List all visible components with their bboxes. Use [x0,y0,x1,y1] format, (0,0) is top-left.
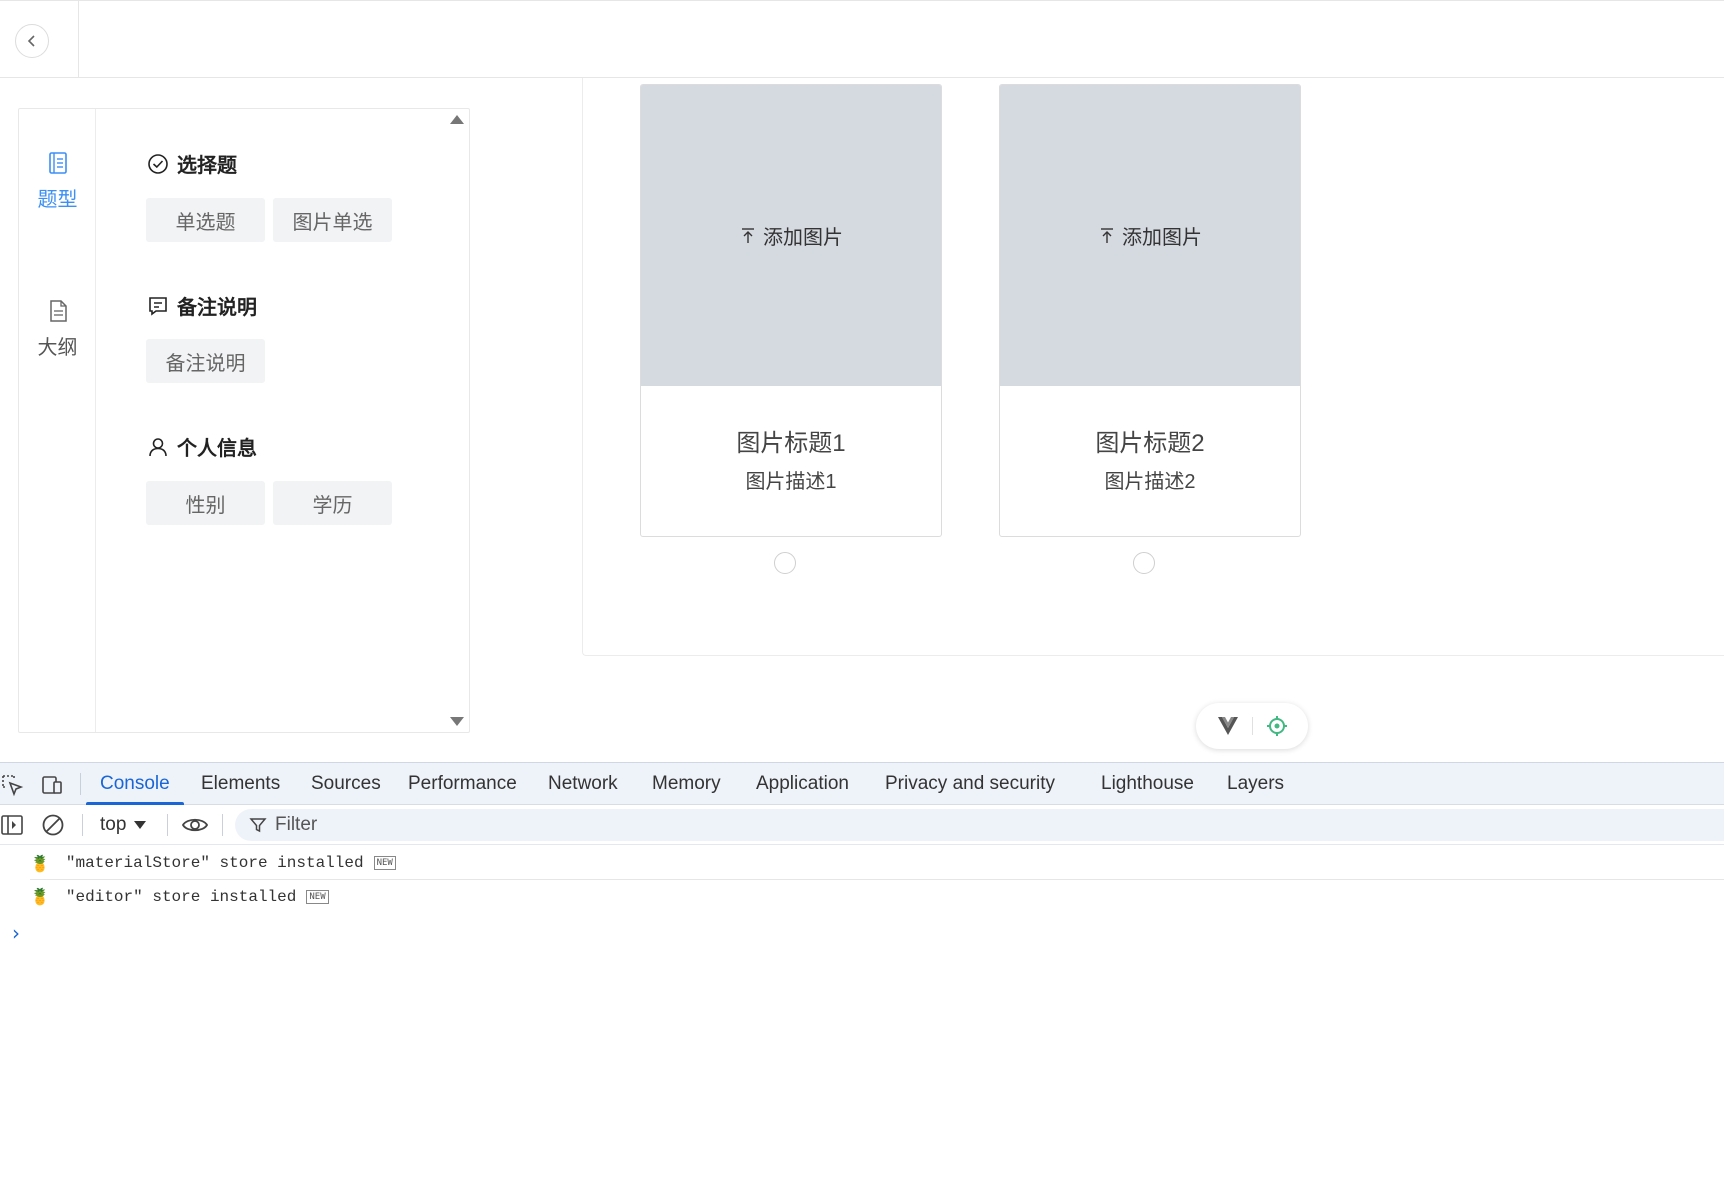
console-prompt[interactable]: › [12,921,20,945]
device-toolbar-icon[interactable] [40,773,64,797]
tab-console[interactable]: Console [86,763,184,805]
tab-performance[interactable]: Performance [408,763,517,805]
group-title-label: 选择题 [177,155,237,177]
target-icon[interactable] [1266,715,1288,737]
image-title[interactable]: 图片标题1 [641,423,941,458]
rail-item-label: 题型 [37,189,78,211]
pill-divider [1251,717,1253,735]
tab-layers[interactable]: Layers [1227,763,1284,805]
tab-sources[interactable]: Sources [311,763,381,805]
toolbar-divider [222,814,223,836]
console-filter[interactable] [235,809,1724,841]
panel-rail: 题型 大纲 [19,109,96,732]
add-image-label: 添加图片 [763,227,843,249]
option-radio[interactable] [774,552,796,574]
editor-canvas: 添加图片 图片标题1 图片描述1 添加图片 图片标题2 图片描述2 [582,78,1724,656]
top-bar-left [0,1,79,78]
new-badge: NEW [306,889,329,904]
top-bar [0,0,1724,78]
tab-application[interactable]: Application [756,763,849,805]
group-title-choice: 选择题 [147,149,237,178]
vue-devtools-icon[interactable] [1217,716,1239,736]
comment-icon [149,296,167,316]
eye-icon[interactable] [181,813,209,837]
panel-scrollbar[interactable] [449,109,467,732]
toolbar-divider [80,773,81,795]
console-message-text: "editor" store installed [65,887,297,906]
image-title[interactable]: 图片标题2 [1000,423,1300,458]
component-chip-education[interactable]: 学历 [273,481,392,525]
rail-item-question-types[interactable]: 题型 [19,151,96,212]
tab-lighthouse[interactable]: Lighthouse [1101,763,1194,805]
upload-icon [1101,227,1113,243]
group-title-label: 个人信息 [177,438,257,460]
back-button[interactable] [15,24,49,58]
pineapple-icon: 🍍 [30,887,50,906]
group-title-notes: 备注说明 [147,291,257,320]
document-icon [49,300,67,322]
inspect-element-icon[interactable] [0,773,24,797]
devtools-panel: Console Elements Sources Performance Net… [0,762,1724,1193]
group-title-label: 备注说明 [177,297,257,319]
add-image-button[interactable]: 添加图片 [641,85,941,386]
devtools-tab-bar: Console Elements Sources Performance Net… [0,763,1724,805]
user-icon [149,437,167,456]
tab-privacy-and-security[interactable]: Privacy and security [885,763,1055,805]
toolbar-divider [167,814,168,836]
toolbar-divider [82,814,83,836]
scroll-up-arrow-icon[interactable] [450,115,464,124]
survey-editor: 题型 大纲 选择题 单选题 图片单选 备注说明 备注说明 个人信息 性别 学历 [0,0,1724,762]
upload-icon [742,227,754,243]
image-description[interactable]: 图片描述2 [1000,465,1300,494]
floating-tools [1196,703,1308,749]
component-chip-single-choice[interactable]: 单选题 [146,198,265,242]
caret-down-icon [134,821,147,829]
filter-icon [249,818,267,833]
tab-network[interactable]: Network [548,763,618,805]
add-image-button[interactable]: 添加图片 [1000,85,1300,386]
image-option-card: 添加图片 图片标题1 图片描述1 [640,84,942,537]
question-list-icon [48,152,67,174]
clear-console-icon[interactable] [41,813,65,837]
rail-item-label: 大纲 [37,337,78,359]
pineapple-icon: 🍍 [30,853,50,873]
console-message: 🍍 "materialStore" store installed NEW [30,847,1724,880]
tab-elements[interactable]: Elements [201,763,280,805]
check-circle-icon [148,153,168,174]
tab-memory[interactable]: Memory [652,763,721,805]
context-selector[interactable]: top [100,812,147,838]
component-chip-gender[interactable]: 性别 [146,481,265,525]
add-image-label: 添加图片 [1122,227,1202,249]
component-chip-image-single-choice[interactable]: 图片单选 [273,198,392,242]
scroll-down-arrow-icon[interactable] [450,717,464,726]
component-chip-note[interactable]: 备注说明 [146,339,265,383]
context-selector-value: top [100,814,127,835]
option-radio[interactable] [1133,552,1155,574]
console-toolbar: top [0,805,1724,845]
new-badge: NEW [373,856,396,870]
console-message: 🍍 "editor" store installed NEW [30,880,1724,913]
chevron-left-icon [27,35,35,47]
rail-item-outline[interactable]: 大纲 [19,299,96,360]
group-title-personal-info: 个人信息 [147,432,257,461]
component-panel: 题型 大纲 选择题 单选题 图片单选 备注说明 备注说明 个人信息 性别 学历 [18,108,470,733]
sidebar-toggle-icon[interactable] [0,813,24,837]
filter-input[interactable] [275,814,875,836]
image-description[interactable]: 图片描述1 [641,465,941,494]
image-option-card: 添加图片 图片标题2 图片描述2 [999,84,1301,537]
console-message-text: "materialStore" store installed [65,854,364,872]
